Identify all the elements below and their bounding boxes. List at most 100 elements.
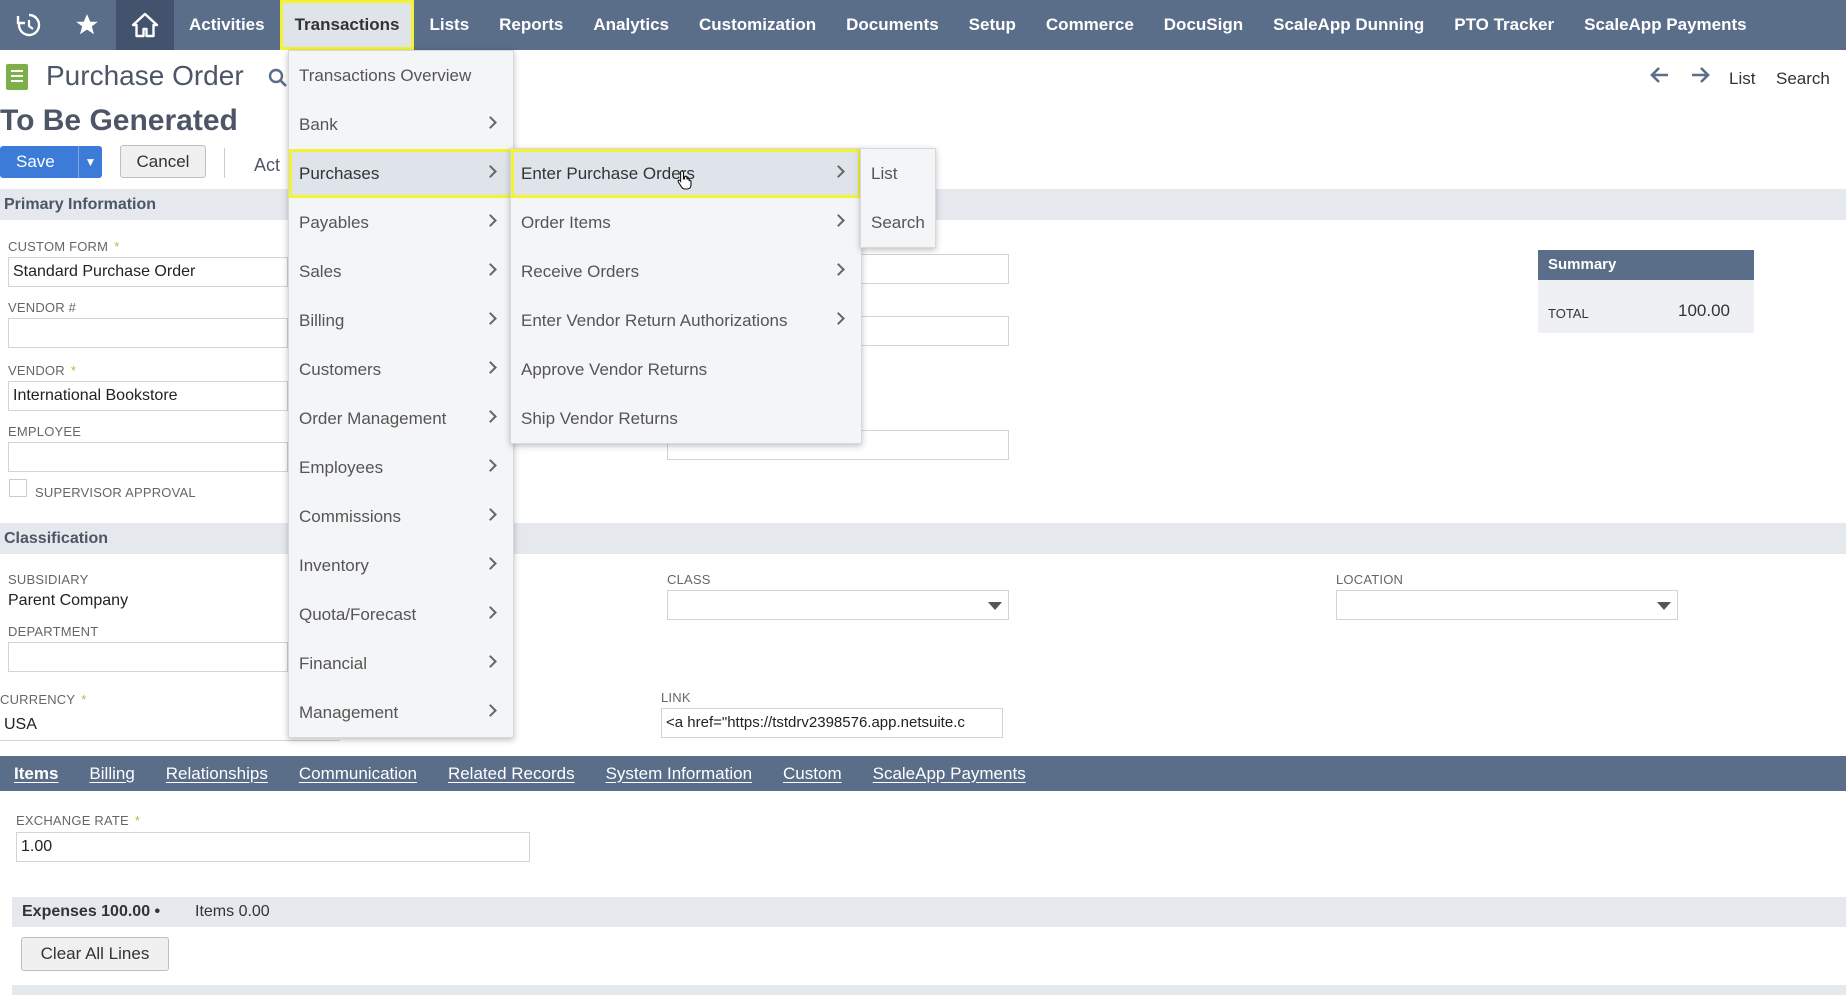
nav-commerce[interactable]: Commerce — [1031, 0, 1149, 50]
button-divider — [224, 148, 225, 178]
arrow-right-icon[interactable] — [1690, 64, 1710, 90]
menu-sales[interactable]: Sales — [289, 247, 513, 296]
search-link[interactable]: Search — [1776, 69, 1830, 89]
subtab-related-records[interactable]: Related Records — [448, 764, 575, 784]
menu-sales-label: Sales — [299, 262, 342, 281]
menu-bank[interactable]: Bank — [289, 100, 513, 149]
subsidiary-value: Parent Company — [8, 592, 129, 609]
menu-purchases-label: Purchases — [299, 164, 380, 183]
cancel-button[interactable]: Cancel — [120, 145, 206, 178]
menu-payables[interactable]: Payables — [289, 198, 513, 247]
menu-purchases[interactable]: Purchases — [289, 149, 513, 198]
nav-customization[interactable]: Customization — [684, 0, 831, 50]
menu-inventory-label: Inventory — [299, 556, 369, 575]
menu-employees[interactable]: Employees — [289, 443, 513, 492]
nav-setup[interactable]: Setup — [954, 0, 1031, 50]
search-icon[interactable] — [268, 68, 288, 94]
actions-button[interactable]: Act — [254, 155, 280, 176]
tab-expenses[interactable]: Expenses 100.00 • — [22, 897, 160, 927]
menu-customers[interactable]: Customers — [289, 345, 513, 394]
chevron-right-icon — [484, 165, 497, 178]
dropdown-arrow-icon[interactable] — [988, 602, 1002, 610]
save-button[interactable]: Save ▼ — [0, 146, 102, 178]
chevron-right-icon — [484, 116, 497, 129]
chevron-right-icon — [832, 312, 845, 325]
subtab-communication[interactable]: Communication — [299, 764, 417, 784]
caret-down-icon[interactable]: ▼ — [78, 146, 102, 178]
nav-docusign[interactable]: DocuSign — [1149, 0, 1258, 50]
class-select[interactable] — [667, 590, 1009, 620]
subtab-items[interactable]: Items — [14, 764, 58, 784]
subtab-system-information[interactable]: System Information — [606, 764, 752, 784]
enter-purchase-orders-submenu: List Search — [860, 148, 936, 248]
chevron-right-icon — [484, 361, 497, 374]
clear-all-lines-button[interactable]: Clear All Lines — [21, 937, 169, 971]
arrow-left-icon[interactable] — [1650, 64, 1670, 90]
menu-billing[interactable]: Billing — [289, 296, 513, 345]
subtab-billing[interactable]: Billing — [89, 764, 134, 784]
custom-form-select[interactable]: Standard Purchase Order — [8, 257, 288, 287]
menu-po-search[interactable]: Search — [861, 198, 935, 247]
nav-transactions[interactable]: Transactions — [279, 0, 415, 50]
menu-order-items[interactable]: Order Items — [511, 198, 861, 247]
chevron-right-icon — [484, 263, 497, 276]
subtab-custom[interactable]: Custom — [783, 764, 842, 784]
nav-reports[interactable]: Reports — [484, 0, 578, 50]
home-icon[interactable] — [116, 0, 174, 50]
subtab-relationships[interactable]: Relationships — [166, 764, 268, 784]
employee-select[interactable] — [8, 442, 288, 472]
chevron-right-icon — [832, 165, 845, 178]
menu-quota-forecast[interactable]: Quota/Forecast — [289, 590, 513, 639]
nav-activities[interactable]: Activities — [174, 0, 280, 50]
menu-receive-orders[interactable]: Receive Orders — [511, 247, 861, 296]
menu-inventory[interactable]: Inventory — [289, 541, 513, 590]
menu-order-items-label: Order Items — [521, 213, 611, 232]
currency-label: CURRENCY * — [0, 692, 87, 707]
nav-pto-tracker[interactable]: PTO Tracker — [1439, 0, 1569, 50]
classification-header[interactable]: Classification — [0, 523, 1846, 554]
menu-ship-vendor-returns[interactable]: Ship Vendor Returns — [511, 394, 861, 443]
menu-employees-label: Employees — [299, 458, 384, 477]
purchase-order-icon — [6, 64, 28, 90]
dropdown-arrow-icon[interactable] — [1657, 602, 1671, 610]
department-select[interactable] — [8, 642, 288, 672]
menu-management[interactable]: Management — [289, 688, 513, 737]
menu-approve-vendor-returns[interactable]: Approve Vendor Returns — [511, 345, 861, 394]
menu-transactions-overview[interactable]: Transactions Overview — [289, 51, 513, 100]
menu-financial[interactable]: Financial — [289, 639, 513, 688]
menu-quota-forecast-label: Quota/Forecast — [299, 605, 417, 624]
vendor-select[interactable]: International Bookstore — [8, 381, 288, 411]
menu-commissions[interactable]: Commissions — [289, 492, 513, 541]
summary-total-label: TOTAL — [1548, 306, 1589, 321]
line-tab-bar: Expenses 100.00 • Items 0.00 — [12, 897, 1846, 927]
save-button-label: Save — [16, 152, 55, 171]
history-icon[interactable] — [0, 0, 58, 50]
link-input[interactable]: <a href="https://tstdrv2398576.app.netsu… — [661, 708, 1003, 738]
hand-cursor-icon — [677, 170, 693, 190]
supervisor-approval-checkbox[interactable] — [9, 479, 27, 497]
vendor-number-input[interactable] — [8, 318, 288, 348]
supervisor-approval-label: SUPERVISOR APPROVAL — [35, 485, 196, 500]
exchange-rate-input[interactable]: 1.00 — [16, 832, 530, 862]
nav-scaleapp-dunning[interactable]: ScaleApp Dunning — [1258, 0, 1439, 50]
menu-po-list[interactable]: List — [861, 149, 935, 198]
record-status: To Be Generated — [0, 104, 238, 137]
star-icon[interactable] — [58, 0, 116, 50]
menu-order-management[interactable]: Order Management — [289, 394, 513, 443]
menu-commissions-label: Commissions — [299, 507, 402, 526]
menu-order-management-label: Order Management — [299, 409, 447, 428]
nav-analytics[interactable]: Analytics — [578, 0, 684, 50]
nav-lists[interactable]: Lists — [414, 0, 484, 50]
menu-financial-label: Financial — [299, 654, 368, 673]
subtab-scaleapp-payments[interactable]: ScaleApp Payments — [873, 764, 1026, 784]
menu-billing-label: Billing — [299, 311, 345, 330]
menu-bank-label: Bank — [299, 115, 338, 134]
menu-enter-vendor-return-authorizations[interactable]: Enter Vendor Return Authorizations — [511, 296, 861, 345]
location-select[interactable] — [1336, 590, 1678, 620]
nav-scaleapp-payments[interactable]: ScaleApp Payments — [1569, 0, 1762, 50]
tab-items[interactable]: Items 0.00 — [195, 897, 270, 927]
page-title: Purchase Order — [46, 60, 244, 91]
list-link[interactable]: List — [1729, 69, 1755, 89]
nav-documents[interactable]: Documents — [831, 0, 954, 50]
chevron-right-icon — [484, 557, 497, 570]
